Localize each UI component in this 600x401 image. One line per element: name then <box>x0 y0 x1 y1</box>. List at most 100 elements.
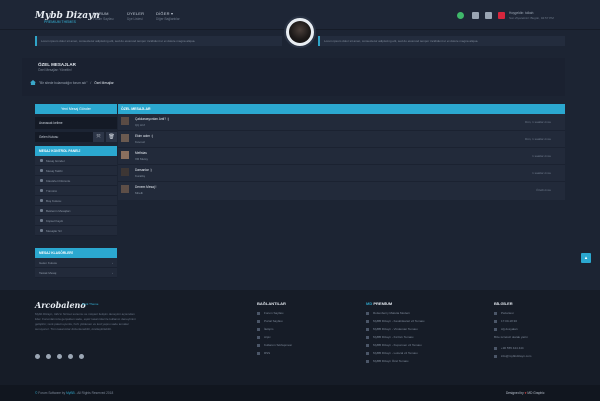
nav-members-sub: Üye Listesi <box>127 17 143 21</box>
link-icon <box>366 351 369 355</box>
message-subject[interactable]: Mefistas <box>135 151 147 155</box>
home-icon[interactable] <box>30 80 36 85</box>
messages-icon[interactable] <box>485 12 492 19</box>
footer-link-label: MyBB Dizayn - Kuponxen v2 Teması <box>373 343 422 347</box>
new-message-button[interactable]: Yeni Mesaj Gönder <box>35 104 117 114</box>
avatar-image <box>289 21 311 43</box>
link-icon <box>366 327 369 331</box>
panel-item[interactable]: Beklenin Mesajları <box>35 206 117 216</box>
phone-item[interactable]: +90 555 444 444 <box>494 346 531 350</box>
phone-label: +90 555 444 444 <box>501 346 524 350</box>
facebook-icon[interactable] <box>46 354 51 359</box>
panel-item[interactable]: Mesaj Gönder <box>35 156 117 166</box>
table-row[interactable]: Denem Mesaj ! Mirelli Özelli önce <box>118 182 565 199</box>
table-row[interactable]: Ekim adım :) Kovnuz Dün, 1 saatlar önce <box>118 131 565 148</box>
messages-header: ÖZEL MESAJLAR <box>118 104 565 114</box>
footer-link[interactable]: Arşiv <box>257 335 292 339</box>
footer-link[interactable]: İletişim <box>257 327 292 331</box>
message-subject[interactable]: Çakılarasyonları Anti? :) <box>135 117 169 121</box>
panel-item[interactable]: Klasörleri Düzenle <box>35 176 117 186</box>
page-title: ÖZEL MESAJLAR <box>38 62 76 67</box>
mybb-link[interactable]: MyBB <box>66 391 75 395</box>
compose-icon <box>40 159 43 162</box>
move-icon[interactable]: ⤧ <box>93 132 104 142</box>
footer-link[interactable]: MyBB Dizayn - Vindeman Teması <box>366 327 424 331</box>
links-list: Forum Sayfası Portal Sayfası İletişim Ar… <box>257 311 292 355</box>
table-row[interactable]: Çakılarasyonları Anti? :) ÇÇ Arıf Dün, 1… <box>118 114 565 131</box>
logout-icon[interactable] <box>498 12 505 19</box>
behance-icon[interactable] <box>79 354 84 359</box>
empty-icon <box>40 199 43 202</box>
designed-by: Designed by ♥ MD Graphic <box>506 391 544 395</box>
nav-forum[interactable]: FORUM <box>93 11 109 16</box>
breadcrumb-forum[interactable]: "Bir sitede bulamadığın forum adı" <box>39 81 87 85</box>
footer-link-label: Forum Sayfası <box>264 311 284 315</box>
twitter-icon[interactable] <box>35 354 40 359</box>
chevron-right-icon: › <box>112 260 113 265</box>
scroll-top-button[interactable]: ▴ <box>581 253 591 263</box>
panel-item[interactable]: Tümünü <box>35 186 117 196</box>
breadcrumb: "Bir sitede bulamadığın forum adı" / Öze… <box>30 80 114 85</box>
designer-link[interactable]: MD Graphic <box>527 391 544 395</box>
nav-other[interactable]: DİĞER ▾ <box>156 11 173 16</box>
info-item: 17:00-18:30 <box>494 319 531 323</box>
pending-icon <box>40 209 43 212</box>
folder-icon <box>40 179 43 182</box>
footer-logo[interactable]: Arcobaleno <box>35 300 86 310</box>
link-icon <box>257 335 260 339</box>
footer-link-label: Arşiv <box>264 335 271 339</box>
panel-item[interactable]: Kişisel Kaydı <box>35 216 117 226</box>
panel-item[interactable]: Boş Kutusu <box>35 196 117 206</box>
link-icon <box>366 319 369 323</box>
footer-link[interactable]: MyBB Dizayn - Kırıltıcı Teması <box>366 335 424 339</box>
message-subject[interactable]: Darsanlar :) <box>135 168 152 172</box>
copyright: © Forum Software by MyBB - All Rights Re… <box>35 391 113 395</box>
link-icon <box>257 319 260 323</box>
folder-item[interactable]: Taslak Mesaj › <box>35 268 117 278</box>
delete-icon[interactable]: 🗑 <box>106 132 117 142</box>
folders-title: MESAJ KLASÖRLERİ <box>35 248 117 258</box>
message-subject[interactable]: Ekim adım :) <box>135 134 153 138</box>
footer-link[interactable]: Kullanım Sözleşmesi <box>257 343 292 347</box>
message-sender[interactable]: Mirelli <box>135 191 143 195</box>
breadcrumb-sep: / <box>90 80 92 85</box>
message-subject[interactable]: Denem Mesaj ! <box>135 185 156 189</box>
message-sender[interactable]: XR Mutsy <box>135 157 148 161</box>
panel-item[interactable]: Mesaj Takibi <box>35 166 117 176</box>
message-sender[interactable]: Kurallış <box>135 174 145 178</box>
message-sender[interactable]: ÇÇ Arıf <box>135 123 145 127</box>
breadcrumb-current: Özel Mesajlar <box>94 80 114 85</box>
folder-item-label: Taslak Mesaj <box>39 270 57 275</box>
panel-item[interactable]: Mesajlar Sil <box>35 226 117 236</box>
folder-item[interactable]: Gelen Kutusu › <box>35 258 117 268</box>
pinterest-icon[interactable] <box>57 354 62 359</box>
footer-link[interactable]: MyBB Dizayn - Kuponxen v2 Teması <box>366 343 424 347</box>
footer-link[interactable]: MyBB Dizayn - Lolocal v2 Teması <box>366 351 424 355</box>
footer-link[interactable]: Portal Sayfası <box>257 319 292 323</box>
search-input[interactable]: Aranacak kelime <box>35 117 117 129</box>
footer-link-label: MyBB Dizayn - Kırıltıcı Teması <box>373 335 414 339</box>
settings-icon[interactable] <box>472 12 479 19</box>
all-icon <box>40 189 43 192</box>
nav-members[interactable]: ÜYELER <box>127 11 144 16</box>
info-label: 17:00-18:30 <box>501 319 518 323</box>
email-item[interactable]: info@mybbdizayn.com <box>494 354 531 358</box>
footer-link-label: RSS <box>264 351 271 355</box>
instagram-icon[interactable] <box>68 354 73 359</box>
footer-link[interactable]: RSS <box>257 351 292 355</box>
footer-link-label: MyBB Dizayn - Keskinkaraz v2 Teması <box>373 319 425 323</box>
clock-icon <box>494 311 497 315</box>
footer-link[interactable]: Rottenberry Malutia Modern <box>366 311 424 315</box>
nav-forum-sub: Forum Sayfası <box>93 17 114 21</box>
user-avatar[interactable] <box>284 16 316 48</box>
table-row[interactable]: Darsanlar :) Kurallış 1 saatlar önce <box>118 165 565 182</box>
table-row[interactable]: Mefistas XR Mutsy 1 saatlar önce <box>118 148 565 165</box>
welcome-user[interactable]: Hoşgeldin: tolkah <box>509 11 533 15</box>
online-icon[interactable] <box>457 12 464 19</box>
panel-item-label: Klasörleri Düzenle <box>46 178 71 183</box>
footer-link[interactable]: Forum Sayfası <box>257 311 292 315</box>
message-sender[interactable]: Kovnuz <box>135 140 145 144</box>
footer-link[interactable]: MyBB Dizayn Özel Teması <box>366 359 424 363</box>
folder-select[interactable]: Gelen Kutusu <box>35 132 93 142</box>
footer-link[interactable]: MyBB Dizayn - Keskinkaraz v2 Teması <box>366 319 424 323</box>
